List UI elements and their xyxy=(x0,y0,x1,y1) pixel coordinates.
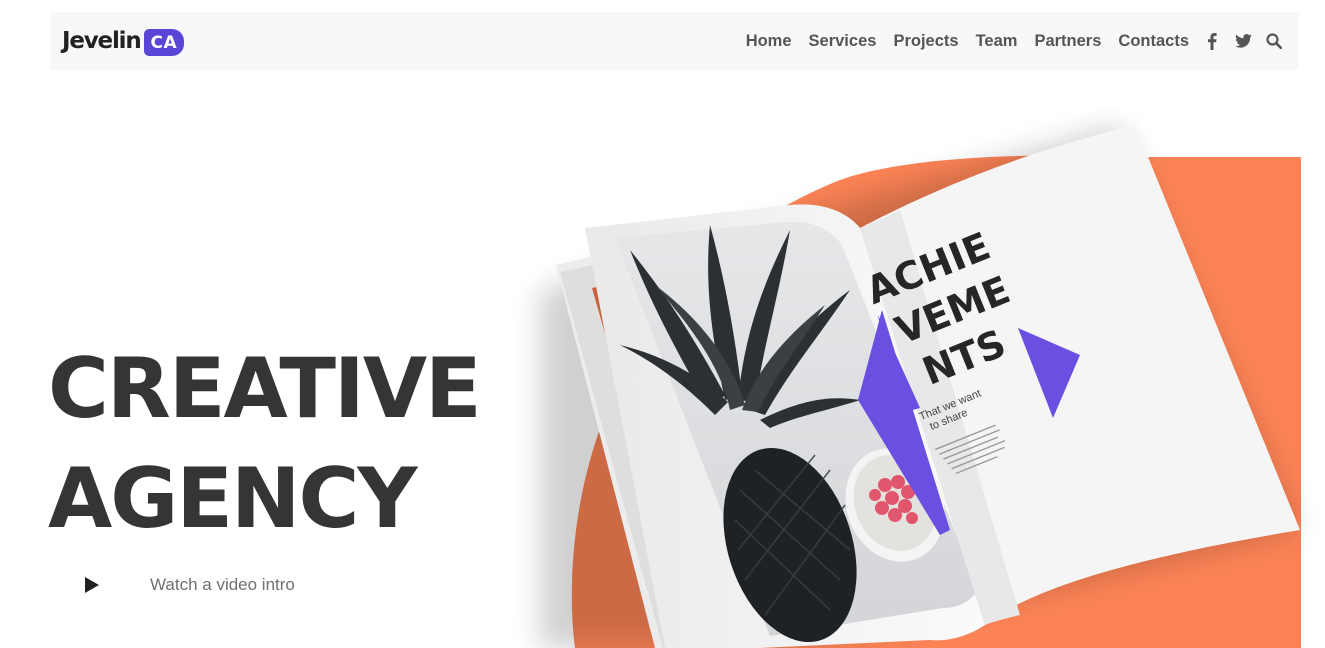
nav-item-services[interactable]: Services xyxy=(809,32,877,51)
hero-title-line-1: CREATIVE xyxy=(48,340,482,437)
main-nav: Home Services Projects Team Partners Con… xyxy=(746,32,1283,51)
twitter-icon[interactable] xyxy=(1234,32,1252,50)
nav-item-contacts[interactable]: Contacts xyxy=(1118,32,1189,51)
hero-illustration: ACHIE VEME NTS That we want to share xyxy=(480,110,1325,648)
facebook-icon[interactable] xyxy=(1203,32,1221,50)
nav-item-projects[interactable]: Projects xyxy=(893,32,958,51)
logo-wordmark: Jevelin xyxy=(62,28,142,54)
nav-item-home[interactable]: Home xyxy=(746,32,792,51)
site-header: Jevelin CA Home Services Projects Team P… xyxy=(50,12,1299,70)
logo[interactable]: Jevelin CA xyxy=(62,27,185,56)
nav-item-partners[interactable]: Partners xyxy=(1034,32,1101,51)
search-icon[interactable] xyxy=(1265,32,1283,50)
logo-badge: CA xyxy=(143,28,185,56)
watch-video-link[interactable]: Watch a video intro xyxy=(84,575,295,595)
video-intro-label[interactable]: Watch a video intro xyxy=(150,575,295,595)
hero-title-line-2: AGENCY xyxy=(48,450,418,547)
nav-item-team[interactable]: Team xyxy=(976,32,1018,51)
social-links xyxy=(1203,32,1283,50)
play-icon[interactable] xyxy=(84,575,100,595)
